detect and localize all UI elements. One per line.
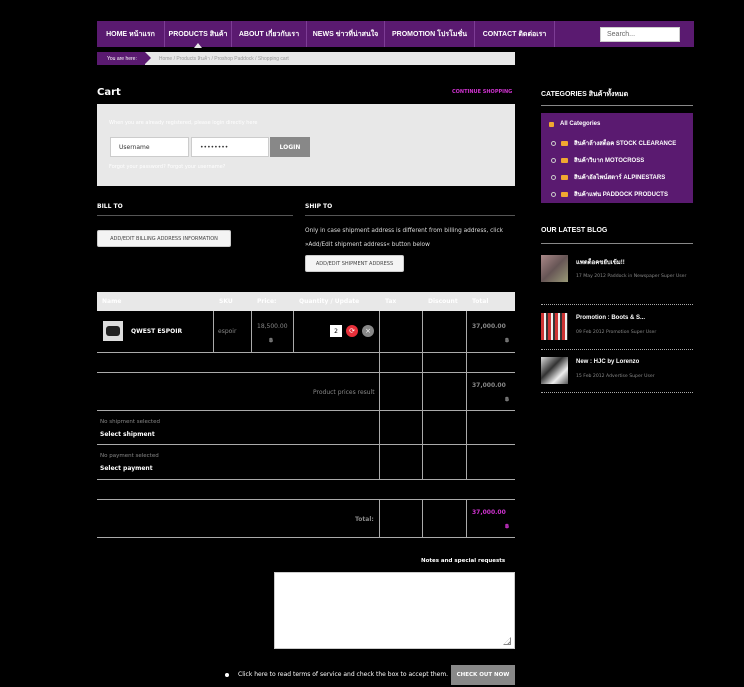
product-sku: espoir	[218, 328, 237, 335]
ship-note: Only in case shipment address is differe…	[305, 228, 504, 248]
table-row-empty	[97, 480, 515, 500]
checkout-button[interactable]: CHECK OUT NOW	[451, 665, 515, 685]
col-total: Total	[472, 298, 489, 305]
terms-checkbox[interactable]	[225, 672, 229, 677]
category-item[interactable]: สินค้าอัลไพน์สตาร์ ALPINESTARS	[551, 172, 665, 182]
col-name: Name	[102, 298, 122, 305]
bullet-icon	[551, 140, 556, 146]
nav-products[interactable]: PRODUCTS สินค้า	[165, 21, 232, 48]
categories-heading: CATEGORIES สินค้าทั้งหมด	[541, 91, 629, 98]
notes-textarea[interactable]	[274, 572, 515, 649]
category-item[interactable]: สินค้าแพ่น PADDOCK PRODUCTS	[551, 189, 668, 199]
blog-post-title[interactable]: Promotion : Boots & S...	[576, 315, 645, 321]
category-item[interactable]: สินค้าวิบาก MOTOCROSS	[551, 155, 644, 165]
username-field[interactable]: Username	[110, 137, 189, 157]
col-price: Price:	[257, 298, 277, 305]
col-discount: Discount	[428, 298, 458, 305]
continue-shopping-link[interactable]: CONTINUE SHOPPING	[452, 89, 512, 95]
category-all[interactable]: All Categories	[549, 121, 600, 127]
blog-post-meta: 15 Feb 2012 Advertise Super User	[576, 374, 655, 379]
select-payment-link[interactable]: Select payment	[100, 465, 153, 472]
price-currency: ฿	[269, 337, 274, 344]
table-row: QWEST ESPOIR espoir 18,500.00 ฿ 37,000.0…	[97, 311, 515, 353]
terms-link[interactable]: Click here to read terms of service and …	[238, 671, 448, 678]
search-input[interactable]: Search...	[600, 27, 680, 42]
blog-thumbnail[interactable]	[541, 255, 568, 282]
subtotal-row: Product prices result 37,000.00 ฿	[97, 373, 515, 411]
product-price: 18,500.00	[257, 323, 288, 330]
total-label: Total:	[355, 516, 374, 523]
product-name[interactable]: QWEST ESPOIR	[131, 328, 182, 335]
blog-separator	[541, 392, 693, 393]
table-header: Name SKU Price: Quantity / Update Tax Di…	[97, 292, 515, 311]
notes-label: Notes and special requests	[421, 558, 506, 564]
ship-to-heading: SHIP TO	[305, 203, 333, 210]
col-qty: Quantity / Update	[299, 298, 360, 305]
edit-billing-button[interactable]: ADD/EDIT BILLING ADDRESS INFORMATION	[97, 230, 231, 247]
subtotal-label: Product prices result	[313, 389, 375, 396]
blog-separator	[541, 349, 693, 350]
you-are-here-label: You are here:	[97, 52, 151, 65]
folder-icon	[549, 121, 554, 127]
col-tax: Tax	[385, 298, 397, 305]
blog-post-meta: 09 Feb 2012 Promotion Super User	[576, 330, 657, 335]
folder-icon	[561, 191, 568, 197]
edit-shipment-button[interactable]: ADD/EDIT SHIPMENT ADDRESS	[305, 255, 404, 272]
row-total: 37,000.00	[472, 323, 506, 330]
grand-total-currency: ฿	[505, 523, 510, 530]
main-nav: HOME หน้าแรก PRODUCTS สินค้า ABOUT เกี่ย…	[97, 21, 694, 48]
login-button[interactable]: LOGIN	[270, 137, 310, 157]
folder-icon	[561, 140, 568, 146]
quantity-input[interactable]: 2	[330, 325, 342, 337]
blog-post-title[interactable]: แพดด็อคขยับเข้ม!!	[576, 257, 625, 267]
login-hint: When you are already registered, please …	[109, 120, 258, 126]
total-row: Total: 37,000.00 ฿	[97, 500, 515, 538]
folder-icon	[561, 157, 568, 163]
payment-row: No payment selected Select payment	[97, 445, 515, 480]
shipment-status: No shipment selected	[100, 419, 160, 425]
col-sku: SKU	[219, 298, 233, 305]
row-total-currency: ฿	[505, 337, 510, 344]
delete-item-icon[interactable]: ×	[362, 325, 374, 337]
breadcrumb: You are here: Home / Products สินค้า / P…	[97, 52, 515, 65]
nav-news[interactable]: NEWS ข่าวที่น่าสนใจ	[307, 21, 385, 47]
category-item[interactable]: สินค้าล้างสต็อค STOCK CLEARANCE	[551, 138, 676, 148]
subtotal-currency: ฿	[505, 396, 510, 403]
password-field[interactable]: ••••••••	[191, 137, 269, 157]
bullet-icon	[551, 157, 556, 163]
update-quantity-icon[interactable]: ⟳	[346, 325, 358, 337]
bill-to-divider	[97, 215, 293, 216]
terms-row: Click here to read terms of service and …	[225, 671, 448, 678]
nav-home[interactable]: HOME หน้าแรก	[97, 21, 165, 47]
resize-grip-icon[interactable]	[503, 637, 511, 645]
nav-promotion[interactable]: PROMOTION โปรโมชั่น	[385, 21, 475, 47]
blog-heading: OUR LATEST BLOG	[541, 227, 608, 234]
forgot-links[interactable]: Forgot your password? Forgot your userna…	[109, 164, 225, 170]
nav-contact[interactable]: CONTACT ติดต่อเรา	[475, 21, 555, 47]
blog-separator	[541, 304, 693, 305]
ship-to-divider	[305, 215, 515, 216]
folder-icon	[561, 174, 568, 180]
bullet-icon	[551, 174, 556, 180]
blog-thumbnail[interactable]	[541, 313, 568, 340]
shipment-row: No shipment selected Select shipment	[97, 411, 515, 445]
select-shipment-link[interactable]: Select shipment	[100, 431, 155, 438]
categories-menu: All Categories สินค้าล้างสต็อค STOCK CLE…	[541, 113, 693, 203]
grand-total: 37,000.00	[472, 509, 506, 516]
breadcrumb-path[interactable]: Home / Products สินค้า / Proshop Paddock…	[159, 55, 289, 63]
page-title: Cart	[97, 87, 121, 98]
payment-status: No payment selected	[100, 453, 159, 459]
nav-about[interactable]: ABOUT เกี่ยวกับเรา	[232, 21, 307, 47]
subtotal-value: 37,000.00	[472, 382, 506, 389]
blog-divider	[541, 243, 693, 244]
blog-post-meta: 17 May 2012 Paddock in Newspaper Super U…	[576, 274, 687, 279]
cart-table: Name SKU Price: Quantity / Update Tax Di…	[97, 292, 515, 538]
bill-to-heading: BILL TO	[97, 203, 123, 210]
blog-post-title[interactable]: New : HJC by Lorenzo	[576, 359, 639, 365]
product-image[interactable]	[103, 321, 123, 341]
categories-divider	[541, 105, 693, 106]
blog-thumbnail[interactable]	[541, 357, 568, 384]
table-row-empty	[97, 353, 515, 373]
bullet-icon	[551, 191, 556, 197]
